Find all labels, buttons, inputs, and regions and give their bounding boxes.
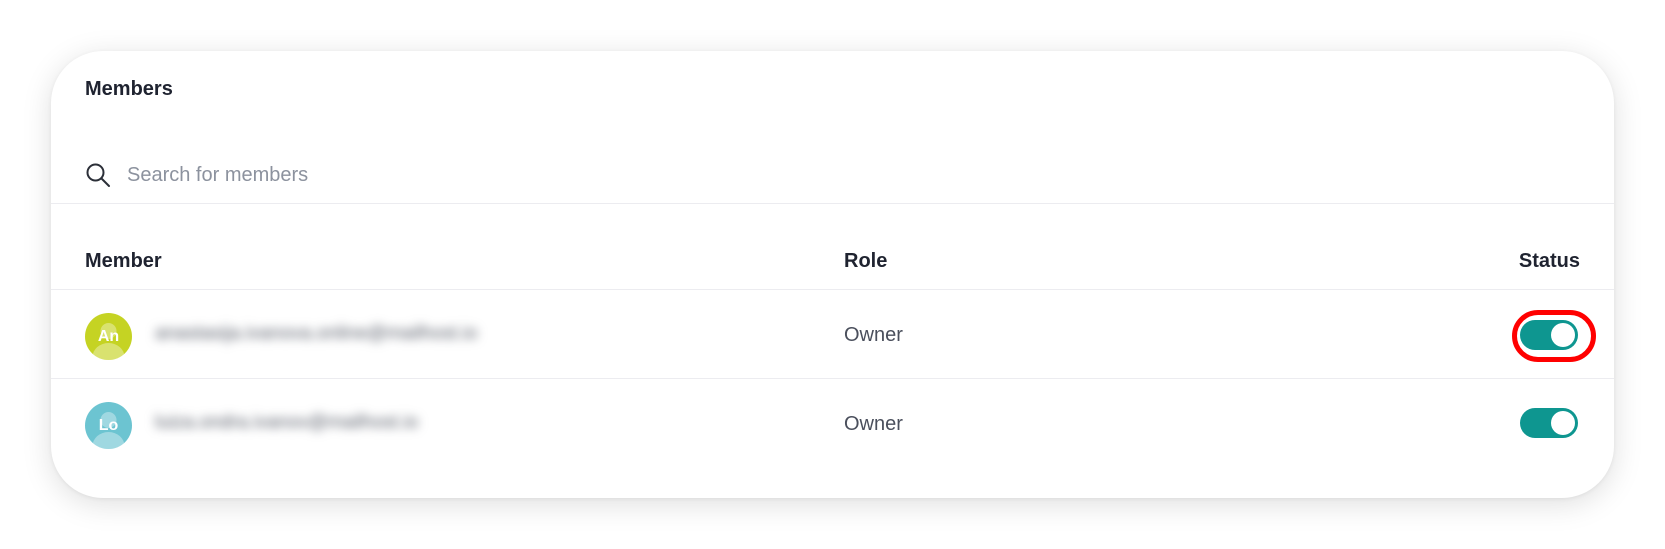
- member-role: Owner: [844, 324, 903, 346]
- status-toggle[interactable]: [1520, 408, 1578, 438]
- toggle-knob: [1551, 323, 1575, 347]
- member-email: anastasija.ivanova.online@mailhost.io: [155, 323, 478, 344]
- toggle-knob: [1551, 411, 1575, 435]
- avatar-initials: An: [97, 328, 120, 345]
- status-toggle[interactable]: [1520, 320, 1578, 350]
- avatar: Lo: [85, 402, 132, 449]
- column-header-status: Status: [1518, 250, 1580, 272]
- member-email: luiza.ondra.ivanov@mailhost.io: [155, 412, 419, 433]
- avatar-initials: Lo: [98, 417, 119, 434]
- divider: [51, 203, 1614, 204]
- column-header-member: Member: [85, 250, 162, 272]
- card-title: Members: [85, 78, 173, 100]
- member-role: Owner: [844, 413, 903, 435]
- table-row: Lo luiza.ondra.ivanov@mailhost.io Owner: [51, 378, 1614, 472]
- column-header-role: Role: [844, 250, 888, 272]
- avatar: An: [85, 313, 132, 360]
- search-input[interactable]: [127, 163, 1027, 187]
- members-card: Members Member Role Status An anastasija…: [51, 51, 1614, 498]
- table-row: An anastasija.ivanova.online@mailhost.io…: [51, 289, 1614, 383]
- member-search: [85, 155, 1485, 195]
- search-icon: [85, 162, 111, 188]
